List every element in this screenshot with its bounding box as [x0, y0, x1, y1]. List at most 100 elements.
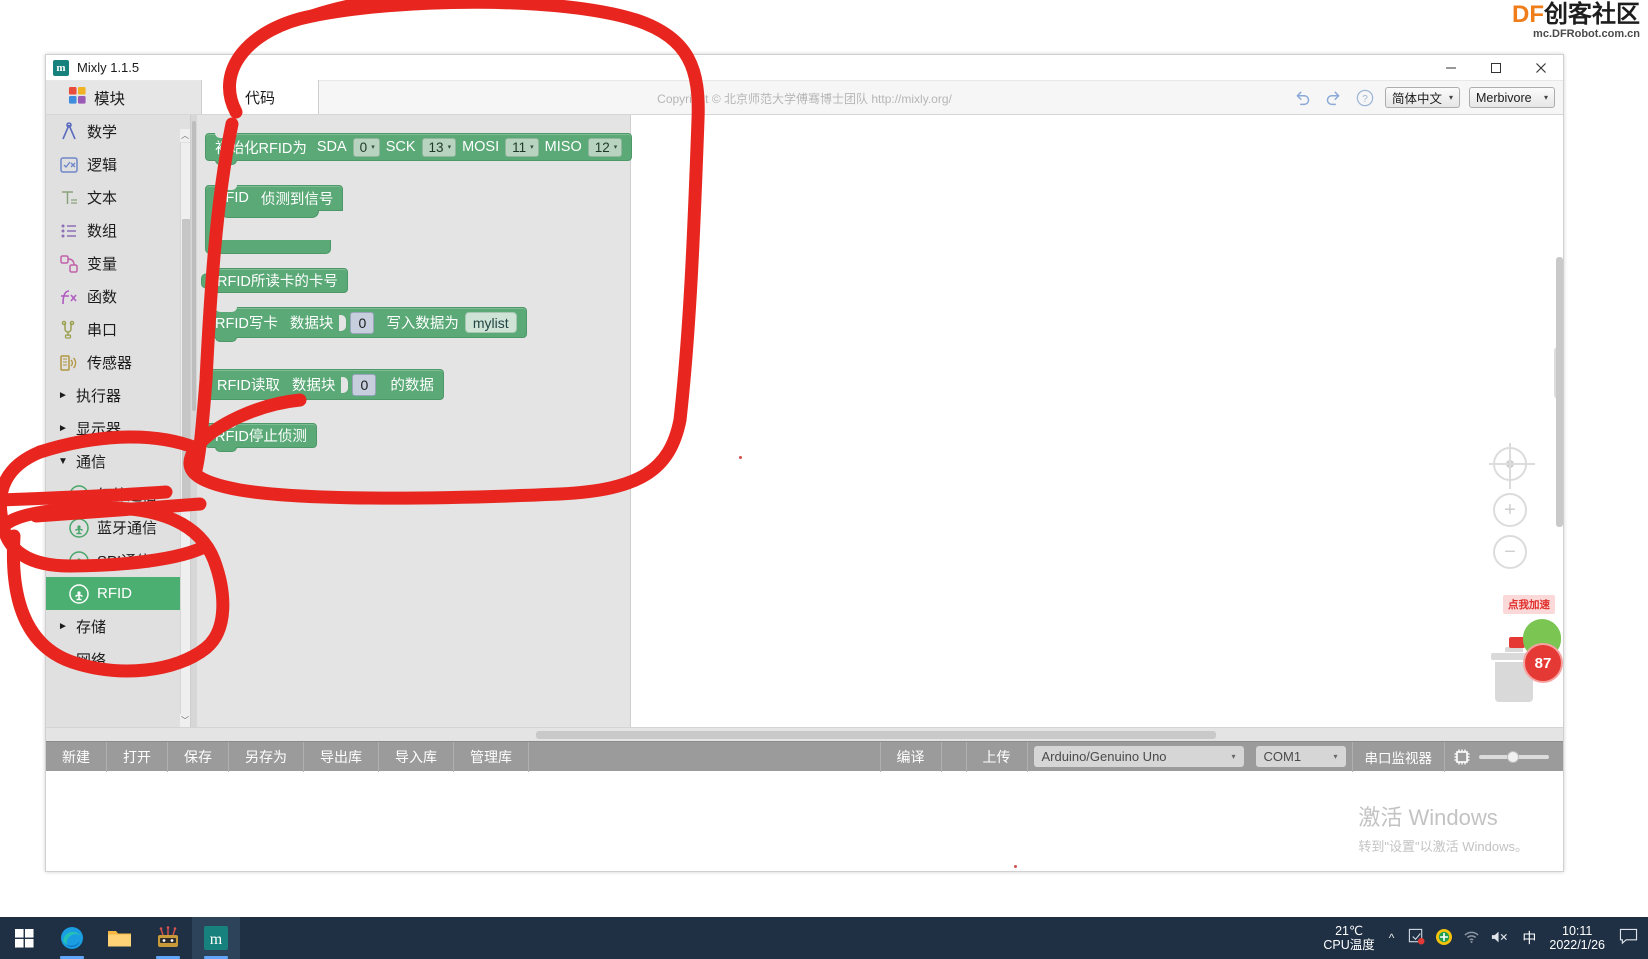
sidebar-item-文本[interactable]: 文本 [46, 181, 190, 214]
sidebar-item-函数[interactable]: 函数 [46, 280, 190, 313]
port-select[interactable]: COM1 ▾ [1255, 746, 1346, 767]
field-miso-dropdown[interactable]: 12 ▾ [587, 137, 623, 157]
minimize-button[interactable] [1428, 55, 1473, 81]
block-rfid-detect[interactable]: RFID 侦测到信号 [205, 185, 344, 211]
bottom-toolbar: 新建 打开 保存 另存为 导出库 导入库 管理库 编译 上传 Arduino/Genuino… [46, 741, 1563, 772]
language-select[interactable]: 简体中文 ▾ [1384, 87, 1460, 108]
sidebar-item-执行器[interactable]: ► 执行器 [46, 379, 190, 412]
workspace-horizontal-scrollbar[interactable] [46, 727, 1563, 741]
board-value: Arduino/Genuino Uno [1041, 749, 1167, 764]
sidebar-item-网络[interactable]: ► 网络 [46, 643, 190, 676]
toolbar-button-1[interactable]: 打开 [107, 741, 168, 772]
accelerator-mascot[interactable]: 点我加速 87 [1467, 585, 1563, 695]
toolbar-button-4[interactable]: 导出库 [304, 741, 379, 772]
theme-select[interactable]: Merbivore ▾ [1469, 87, 1555, 108]
block-rfid-write[interactable]: RFID写卡 数据块 0 写入数据为 mylist [205, 307, 527, 342]
serial-monitor-button[interactable]: 串口监视器 [1353, 747, 1445, 767]
sidebar-item-label: 存储 [76, 619, 107, 636]
block-rfid-read[interactable]: RFID读取 数据块 0 的数据 [201, 369, 444, 400]
mixly-app-icon[interactable]: m [192, 917, 240, 959]
maximize-button[interactable] [1473, 55, 1518, 81]
zoom-slider[interactable] [1479, 750, 1549, 763]
sidebar-item-SPI通信[interactable]: SPI通信 [46, 544, 190, 577]
block-rfid-read-label-c: 的数据 [390, 378, 434, 394]
field-mosi-name: MOSI [462, 139, 500, 155]
block-rfid-detect-label-b: 侦测到信号 [260, 191, 334, 208]
sidebar-item-传感器[interactable]: 传感器 [46, 346, 190, 379]
theme-value: Merbivore [1476, 90, 1532, 105]
file-buttons: 新建 打开 保存 另存为 导出库 导入库 管理库 [46, 741, 529, 772]
text-icon [58, 187, 79, 208]
sidebar-scroll-thumb[interactable] [182, 219, 190, 501]
sidebar-item-RFID[interactable]: RFID [46, 577, 190, 610]
block-notch-icon [215, 133, 237, 138]
field-read-datablock[interactable]: 0 [352, 373, 377, 396]
blockly-workspace[interactable]: 初始化RFID为 SDA 0 ▾ SCK 13 ▾ MOSI 11 ▾ MISO… [191, 115, 1563, 727]
zoom-center-button[interactable] [1489, 447, 1535, 481]
sidebar-item-数学[interactable]: 数学 [46, 115, 190, 148]
help-icon[interactable]: ? [1354, 87, 1376, 109]
sidebar-item-存储[interactable]: ► 存储 [46, 610, 190, 643]
field-sda-value: 0 [359, 139, 368, 155]
tray-overflow-icon[interactable]: ^ [1385, 931, 1399, 945]
redo-icon[interactable] [1323, 87, 1345, 109]
block-rfid-write-label-c: 写入数据为 [386, 316, 459, 332]
sidebar-item-数组[interactable]: 数组 [46, 214, 190, 247]
block-rfid-read-label-a: RFID读取 [217, 378, 280, 394]
block-notch-icon [215, 160, 237, 165]
tray-security-icon[interactable] [1435, 928, 1453, 949]
chevron-right-icon: ► [58, 621, 68, 632]
toolbar-button-2[interactable]: 保存 [168, 741, 229, 772]
upload-button[interactable]: 上传 [967, 742, 1027, 772]
field-write-list[interactable]: mylist [464, 312, 517, 333]
notification-icon[interactable] [1615, 928, 1642, 948]
windows-start-icon[interactable] [0, 917, 48, 959]
sidebar-item-变量[interactable]: 变量 [46, 247, 190, 280]
workspace-vertical-scrollbar[interactable] [1556, 257, 1563, 527]
horizontal-scroll-thumb[interactable] [536, 731, 1216, 739]
chip-icon[interactable] [1453, 748, 1471, 766]
block-rfid-init[interactable]: 初始化RFID为 SDA 0 ▾ SCK 13 ▾ MOSI 11 ▾ MISO… [205, 133, 633, 165]
activate-windows-watermark: 激活 Windows 转到"设置"以激活 Windows。 [1358, 800, 1528, 855]
board-select[interactable]: Arduino/Genuino Uno ▾ [1033, 746, 1244, 767]
close-button[interactable] [1518, 55, 1563, 81]
field-miso-value: 12 [594, 139, 610, 155]
tab-code[interactable]: 代码 [201, 80, 319, 114]
sidebar-item-逻辑[interactable]: 逻辑 [46, 148, 190, 181]
block-notch-icon [215, 447, 237, 452]
field-mosi-dropdown[interactable]: 11 ▾ [505, 137, 539, 157]
toolbar-button-0[interactable]: 新建 [46, 741, 107, 772]
flyout-scroll-thumb[interactable] [192, 121, 196, 411]
toolbar-button-5[interactable]: 导入库 [379, 741, 454, 772]
toolbar-button-3[interactable]: 另存为 [229, 741, 304, 772]
modules-label: 模块 [94, 90, 126, 108]
sidebar-item-显示器[interactable]: ► 显示器 [46, 412, 190, 445]
zoom-out-button[interactable]: − [1493, 535, 1527, 569]
wifi-icon[interactable] [1463, 929, 1480, 947]
sidebar-item-红外通信[interactable]: 红外通信 [46, 478, 190, 511]
edge-browser-icon[interactable] [48, 917, 96, 959]
tray-update-icon[interactable] [1408, 928, 1425, 948]
volume-muted-icon[interactable] [1490, 929, 1509, 948]
ime-indicator[interactable]: 中 [1519, 928, 1539, 948]
scroll-down-icon[interactable]: ﹀ [180, 714, 190, 727]
file-explorer-icon[interactable] [96, 917, 144, 959]
robot-app-icon[interactable] [144, 917, 192, 959]
field-write-datablock[interactable]: 0 [350, 311, 375, 334]
block-rfid-card-id[interactable]: RFID所读卡的卡号 [201, 268, 348, 293]
zoom-slider-knob[interactable] [1507, 750, 1519, 763]
scroll-up-icon[interactable]: ︿ [180, 129, 190, 142]
sidebar-item-通信[interactable]: ▼ 通信 [46, 445, 190, 478]
sidebar-item-串口[interactable]: 串口 [46, 313, 190, 346]
sidebar-scrollbar[interactable]: ︿ ﹀ [180, 129, 190, 727]
compile-button[interactable]: 编译 [881, 742, 941, 772]
taskbar-clock[interactable]: 10:11 2022/1/26 [1549, 924, 1605, 953]
sidebar-item-蓝牙通信[interactable]: 蓝牙通信 [46, 511, 190, 544]
field-sda-dropdown[interactable]: 0 ▾ [352, 137, 380, 157]
toolbar-button-6[interactable]: 管理库 [454, 741, 529, 772]
flyout-scrollbar[interactable] [191, 115, 197, 727]
field-sck-dropdown[interactable]: 13 ▾ [421, 137, 457, 157]
undo-icon[interactable] [1292, 87, 1314, 109]
block-rfid-stop[interactable]: RFID停止侦测 [205, 423, 317, 452]
zoom-in-button[interactable]: + [1493, 493, 1527, 527]
